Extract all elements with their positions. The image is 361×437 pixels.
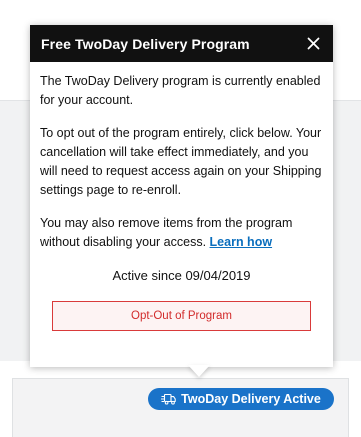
active-since-text: Active since 09/04/2019 [112, 268, 251, 283]
close-button[interactable] [303, 34, 323, 54]
close-icon [307, 37, 319, 50]
twoday-popover: Free TwoDay Delivery Program The TwoDay … [30, 25, 333, 367]
twoday-delivery-badge[interactable]: TwoDay Delivery Active [148, 388, 334, 410]
opt-out-button[interactable]: Opt-Out of Program [52, 301, 311, 331]
optout-paragraph: To opt out of the program entirely, clic… [40, 126, 322, 197]
popover-title: Free TwoDay Delivery Program [41, 35, 250, 52]
popover-caret [188, 365, 210, 377]
popover-header: Free TwoDay Delivery Program [30, 25, 333, 62]
delivery-truck-icon [161, 393, 176, 405]
page-top-strip [0, 0, 361, 10]
learn-how-link[interactable]: Learn how [210, 235, 273, 249]
badge-label: TwoDay Delivery Active [181, 392, 321, 406]
enabled-paragraph: The TwoDay Delivery program is currently… [40, 74, 321, 107]
remove-items-paragraph: You may also remove items from the progr… [40, 214, 323, 252]
popover-body: The TwoDay Delivery program is currently… [30, 62, 333, 331]
